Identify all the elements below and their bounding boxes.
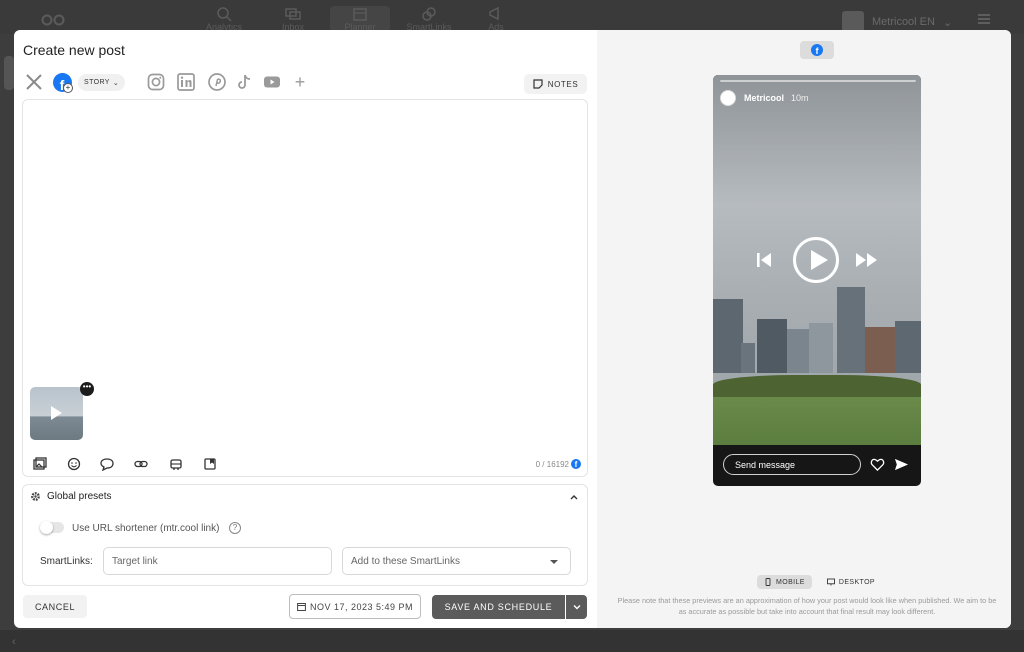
background-sidebar xyxy=(4,56,14,90)
nav-planner[interactable]: Planner xyxy=(330,6,390,32)
mobile-label: MOBILE xyxy=(776,578,805,586)
comment-icon[interactable] xyxy=(100,457,116,473)
global-presets-header[interactable]: Global presets xyxy=(30,491,111,502)
dropdown-arrow-icon xyxy=(550,560,558,564)
url-shortener-toggle[interactable] xyxy=(40,521,64,534)
grass-field xyxy=(713,397,921,445)
send-icon[interactable] xyxy=(894,457,909,472)
story-label: STORY xyxy=(84,79,110,86)
preview-facebook-tab[interactable]: f xyxy=(800,41,834,59)
more-options-icon[interactable]: ••• xyxy=(80,382,94,396)
plus-icon[interactable]: + xyxy=(290,72,310,92)
global-presets-panel: Global presets Use URL shortener (mtr.co… xyxy=(22,484,588,586)
emoji-icon[interactable] xyxy=(67,457,83,473)
calendar-icon xyxy=(297,603,306,611)
fast-forward-icon[interactable] xyxy=(855,251,879,269)
nav-ads[interactable]: Ads xyxy=(466,6,526,32)
desktop-label: DESKTOP xyxy=(838,578,875,586)
calendar-icon xyxy=(353,8,367,21)
chevron-up-icon[interactable] xyxy=(569,492,579,502)
desktop-view-button[interactable]: DESKTOP xyxy=(820,575,882,589)
target-link-placeholder: Target link xyxy=(112,555,158,567)
link-icon xyxy=(422,7,436,21)
heart-icon[interactable] xyxy=(870,457,885,472)
target-link-input[interactable]: Target link xyxy=(103,547,332,575)
hamburger-menu-icon[interactable] xyxy=(978,14,990,24)
notes-button[interactable]: NOTES xyxy=(524,74,587,94)
analytics-icon xyxy=(217,7,232,22)
note-icon xyxy=(533,79,543,89)
post-text-editor[interactable]: ••• 0 / 16192 f xyxy=(22,99,588,477)
play-icon[interactable] xyxy=(793,237,839,283)
save-and-schedule-button[interactable]: SAVE AND SCHEDULE xyxy=(432,595,565,619)
play-icon xyxy=(51,406,62,420)
schedule-date-button[interactable]: NOV 17, 2023 5:49 PM xyxy=(289,594,421,619)
schedule-date-label: NOV 17, 2023 5:49 PM xyxy=(309,601,414,612)
nav-smartlinks[interactable]: SmartLinks xyxy=(399,6,459,32)
nav-analytics[interactable]: Analytics xyxy=(194,6,254,32)
send-message-input[interactable]: Send message xyxy=(723,454,861,475)
inbox-icon xyxy=(285,8,301,20)
notes-label: NOTES xyxy=(547,79,579,89)
megaphone-icon xyxy=(489,6,499,21)
help-icon[interactable]: ? xyxy=(229,522,241,534)
global-presets-title: Global presets xyxy=(47,491,112,502)
x-icon[interactable] xyxy=(24,72,44,92)
gear-icon xyxy=(31,492,40,501)
chevron-down-icon: ⌄ xyxy=(112,79,120,87)
media-gallery-icon[interactable] xyxy=(33,457,49,473)
metricool-logo-icon xyxy=(41,14,65,26)
nav-inbox[interactable]: Inbox xyxy=(263,6,323,32)
instagram-icon[interactable] xyxy=(146,72,166,92)
drafts-icon[interactable] xyxy=(203,457,219,473)
ai-assistant-icon[interactable] xyxy=(169,457,185,473)
account-name: Metricool EN xyxy=(872,16,935,28)
youtube-icon[interactable] xyxy=(262,72,282,92)
smartlinks-select-placeholder: Add to these SmartLinks xyxy=(351,555,460,567)
skip-back-icon[interactable] xyxy=(756,251,772,269)
mobile-icon xyxy=(765,578,771,586)
chevron-left-icon: ‹ xyxy=(12,636,16,648)
story-progress-bar xyxy=(720,80,916,82)
send-message-placeholder: Send message xyxy=(735,459,796,470)
facebook-icon[interactable]: f + xyxy=(52,72,73,93)
pinterest-icon[interactable] xyxy=(207,72,227,92)
desktop-icon xyxy=(826,578,835,586)
save-options-dropdown[interactable] xyxy=(566,595,587,619)
background-footer xyxy=(0,630,1024,652)
smartlinks-select[interactable]: Add to these SmartLinks xyxy=(342,547,571,575)
trees xyxy=(713,375,921,399)
avatar xyxy=(720,90,736,106)
link-icon[interactable] xyxy=(134,457,150,473)
preview-pane: f Metricool 10m Send message MOBILE DESK… xyxy=(597,30,1011,628)
tiktok-icon[interactable] xyxy=(235,72,255,92)
smartlinks-label: SmartLinks: xyxy=(40,556,93,567)
chevron-down-icon xyxy=(573,605,580,610)
chevron-down-icon: ⌄ xyxy=(942,16,953,29)
story-preview: Metricool 10m Send message xyxy=(713,75,921,486)
app-top-bar: Analytics Inbox Planner SmartLinks Ads M… xyxy=(0,0,1024,34)
preview-disclaimer: Please note that these previews are an a… xyxy=(617,596,997,616)
preview-device-toggle: MOBILE DESKTOP xyxy=(757,575,882,589)
url-shortener-label: Use URL shortener (mtr.cool link) xyxy=(72,523,220,534)
modal-title: Create new post xyxy=(23,42,125,58)
cancel-button[interactable]: CANCEL xyxy=(23,595,87,618)
mobile-view-button[interactable]: MOBILE xyxy=(757,575,812,589)
create-post-modal: Create new post f + STORY ⌄ + NOTES ••• … xyxy=(14,30,1011,628)
video-thumbnail[interactable] xyxy=(30,387,83,440)
linkedin-icon[interactable] xyxy=(176,72,196,92)
story-type-dropdown[interactable]: STORY ⌄ xyxy=(78,74,126,91)
add-account-icon[interactable]: + xyxy=(63,83,73,93)
character-count: 0 / 16192 xyxy=(535,460,569,469)
facebook-icon: f xyxy=(811,44,823,56)
story-time: 10m xyxy=(791,93,809,103)
story-username: Metricool xyxy=(744,93,785,103)
facebook-icon: f xyxy=(571,459,581,469)
